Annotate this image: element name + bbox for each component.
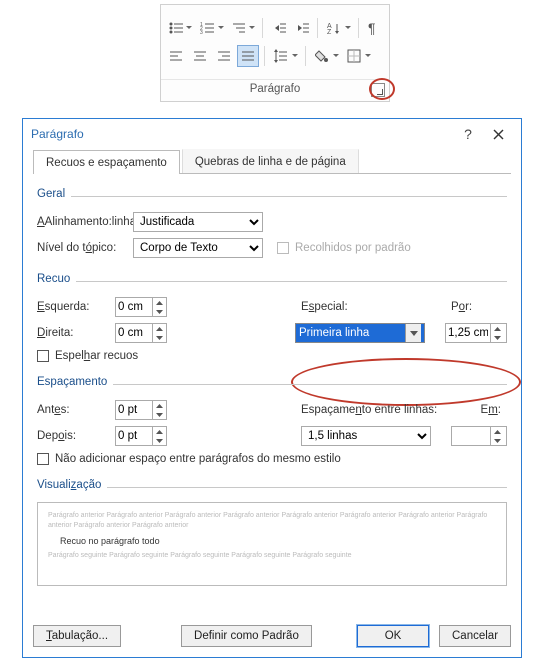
preview-body: Recuo no parágrafo todo — [60, 535, 496, 548]
preview-prev: Parágrafo anterior Parágrafo anterior Pa… — [48, 511, 496, 531]
by-spin[interactable] — [445, 323, 507, 343]
shading-icon[interactable] — [311, 45, 333, 67]
group-spacing: Espaçamento Antes: Espaçamento entre lin… — [37, 384, 507, 465]
spin-down-icon[interactable] — [153, 307, 166, 316]
spin-down-icon[interactable] — [153, 410, 166, 419]
decrease-indent-icon[interactable] — [268, 17, 289, 39]
button-row: Tabulação... Definir como Padrão OK Canc… — [33, 625, 511, 647]
paragraph-ribbon-group: 123 AZ ¶ — [160, 4, 390, 102]
tabstrip: Recuos e espaçamento Quebras de linha e … — [33, 149, 511, 174]
tab-label: Quebras de linha e de página — [195, 156, 346, 168]
align-center-icon[interactable] — [189, 45, 211, 67]
close-button[interactable] — [483, 121, 513, 147]
special-value: Primeira linha — [299, 327, 369, 339]
collapsed-label: Recolhidos por padrão — [295, 242, 411, 254]
left-label: Esquerda: — [37, 301, 115, 313]
before-value[interactable] — [116, 401, 152, 419]
align-select[interactable]: Justificada — [133, 212, 263, 232]
by-value[interactable] — [446, 324, 490, 342]
tabs-button[interactable]: Tabulação... — [33, 625, 121, 647]
increase-indent-icon[interactable] — [291, 17, 312, 39]
after-spin[interactable] — [115, 426, 167, 446]
right-label: Direita: — [37, 327, 115, 339]
borders-icon[interactable] — [343, 45, 365, 67]
at-value[interactable] — [452, 427, 490, 445]
spin-down-icon[interactable] — [153, 333, 166, 342]
special-select[interactable]: Primeira linha — [295, 323, 425, 343]
left-spin[interactable] — [115, 297, 167, 317]
line-spacing-select[interactable]: 1,5 linhas — [301, 426, 431, 446]
cancel-button[interactable]: Cancelar — [439, 625, 511, 647]
spin-up-icon[interactable] — [153, 401, 166, 410]
preview-pane: Parágrafo anterior Parágrafo anterior Pa… — [37, 502, 507, 586]
group-general: Geral AAlinhamento:linhamento: Justifica… — [37, 196, 507, 259]
group-title: Espaçamento — [37, 376, 113, 388]
tab-line-breaks[interactable]: Quebras de linha e de página — [182, 149, 359, 173]
group-indent: Recuo Esquerda: Especial: Por: Direita: — [37, 281, 507, 362]
mirror-label: Espelhar recuos — [55, 350, 138, 362]
spin-up-icon[interactable] — [153, 427, 166, 436]
dialog-title: Parágrafo — [31, 127, 453, 141]
multilevel-list-icon[interactable] — [228, 17, 249, 39]
at-spin[interactable] — [451, 426, 507, 446]
collapsed-checkbox — [277, 242, 289, 254]
svg-text:¶: ¶ — [368, 21, 376, 35]
ok-button[interactable]: OK — [357, 625, 429, 647]
after-value[interactable] — [116, 427, 152, 445]
spin-down-icon[interactable] — [491, 436, 504, 445]
line-spacing-icon[interactable] — [270, 45, 292, 67]
right-spin[interactable] — [115, 323, 167, 343]
align-right-icon[interactable] — [213, 45, 235, 67]
spin-up-icon[interactable] — [491, 427, 504, 436]
after-label: Depois: — [37, 430, 115, 442]
show-marks-icon[interactable]: ¶ — [364, 17, 385, 39]
numbering-icon[interactable]: 123 — [196, 17, 217, 39]
dialog-body: Geral AAlinhamento:linhamento: Justifica… — [23, 174, 521, 586]
outline-label: Nível do tópico: — [37, 242, 133, 254]
set-default-button[interactable]: Definir como Padrão — [181, 625, 312, 647]
spin-down-icon[interactable] — [153, 436, 166, 445]
before-spin[interactable] — [115, 400, 167, 420]
align-left-icon[interactable] — [165, 45, 187, 67]
bullets-icon[interactable] — [165, 17, 186, 39]
spin-up-icon[interactable] — [153, 298, 166, 307]
titlebar: Parágrafo ? — [23, 119, 521, 149]
no-space-label: Não adicionar espaço entre parágrafos do… — [55, 453, 341, 465]
right-value[interactable] — [116, 324, 152, 342]
no-space-checkbox[interactable] — [37, 453, 49, 465]
by-label: Por: — [451, 301, 507, 313]
group-preview: Visualização Parágrafo anterior Parágraf… — [37, 487, 507, 586]
spin-up-icon[interactable] — [491, 324, 504, 333]
sort-icon[interactable]: AZ — [323, 17, 344, 39]
tab-indent-spacing[interactable]: Recuos e espaçamento — [33, 150, 180, 174]
preview-next: Parágrafo seguinte Parágrafo seguinte Pa… — [48, 551, 496, 561]
group-title: Recuo — [37, 273, 76, 285]
spin-up-icon[interactable] — [153, 324, 166, 333]
special-label: Especial: — [301, 301, 431, 313]
svg-text:3: 3 — [200, 30, 203, 34]
group-title: Visualização — [37, 479, 107, 491]
group-title: Geral — [37, 188, 71, 200]
ribbon-group-label: Parágrafo — [161, 79, 389, 101]
help-button[interactable]: ? — [453, 121, 483, 147]
before-label: Antes: — [37, 404, 115, 416]
left-value[interactable] — [116, 298, 152, 316]
line-label: Espaçamento entre linhas: — [301, 404, 451, 416]
spin-down-icon[interactable] — [491, 333, 504, 342]
ribbon-group-text: Parágrafo — [250, 83, 301, 95]
mirror-checkbox[interactable] — [37, 350, 49, 362]
svg-text:Z: Z — [327, 29, 332, 34]
tab-label: Recuos e espaçamento — [46, 157, 167, 169]
paragraph-dialog: Parágrafo ? Recuos e espaçamento Quebras… — [22, 118, 522, 658]
justify-icon[interactable] — [237, 45, 259, 67]
align-label: AAlinhamento:linhamento: — [37, 216, 133, 228]
chevron-down-icon[interactable] — [405, 324, 421, 342]
outline-select[interactable]: Corpo de Texto — [133, 238, 263, 258]
at-label: Em: — [451, 404, 507, 416]
dialog-launcher-icon[interactable] — [371, 83, 385, 97]
